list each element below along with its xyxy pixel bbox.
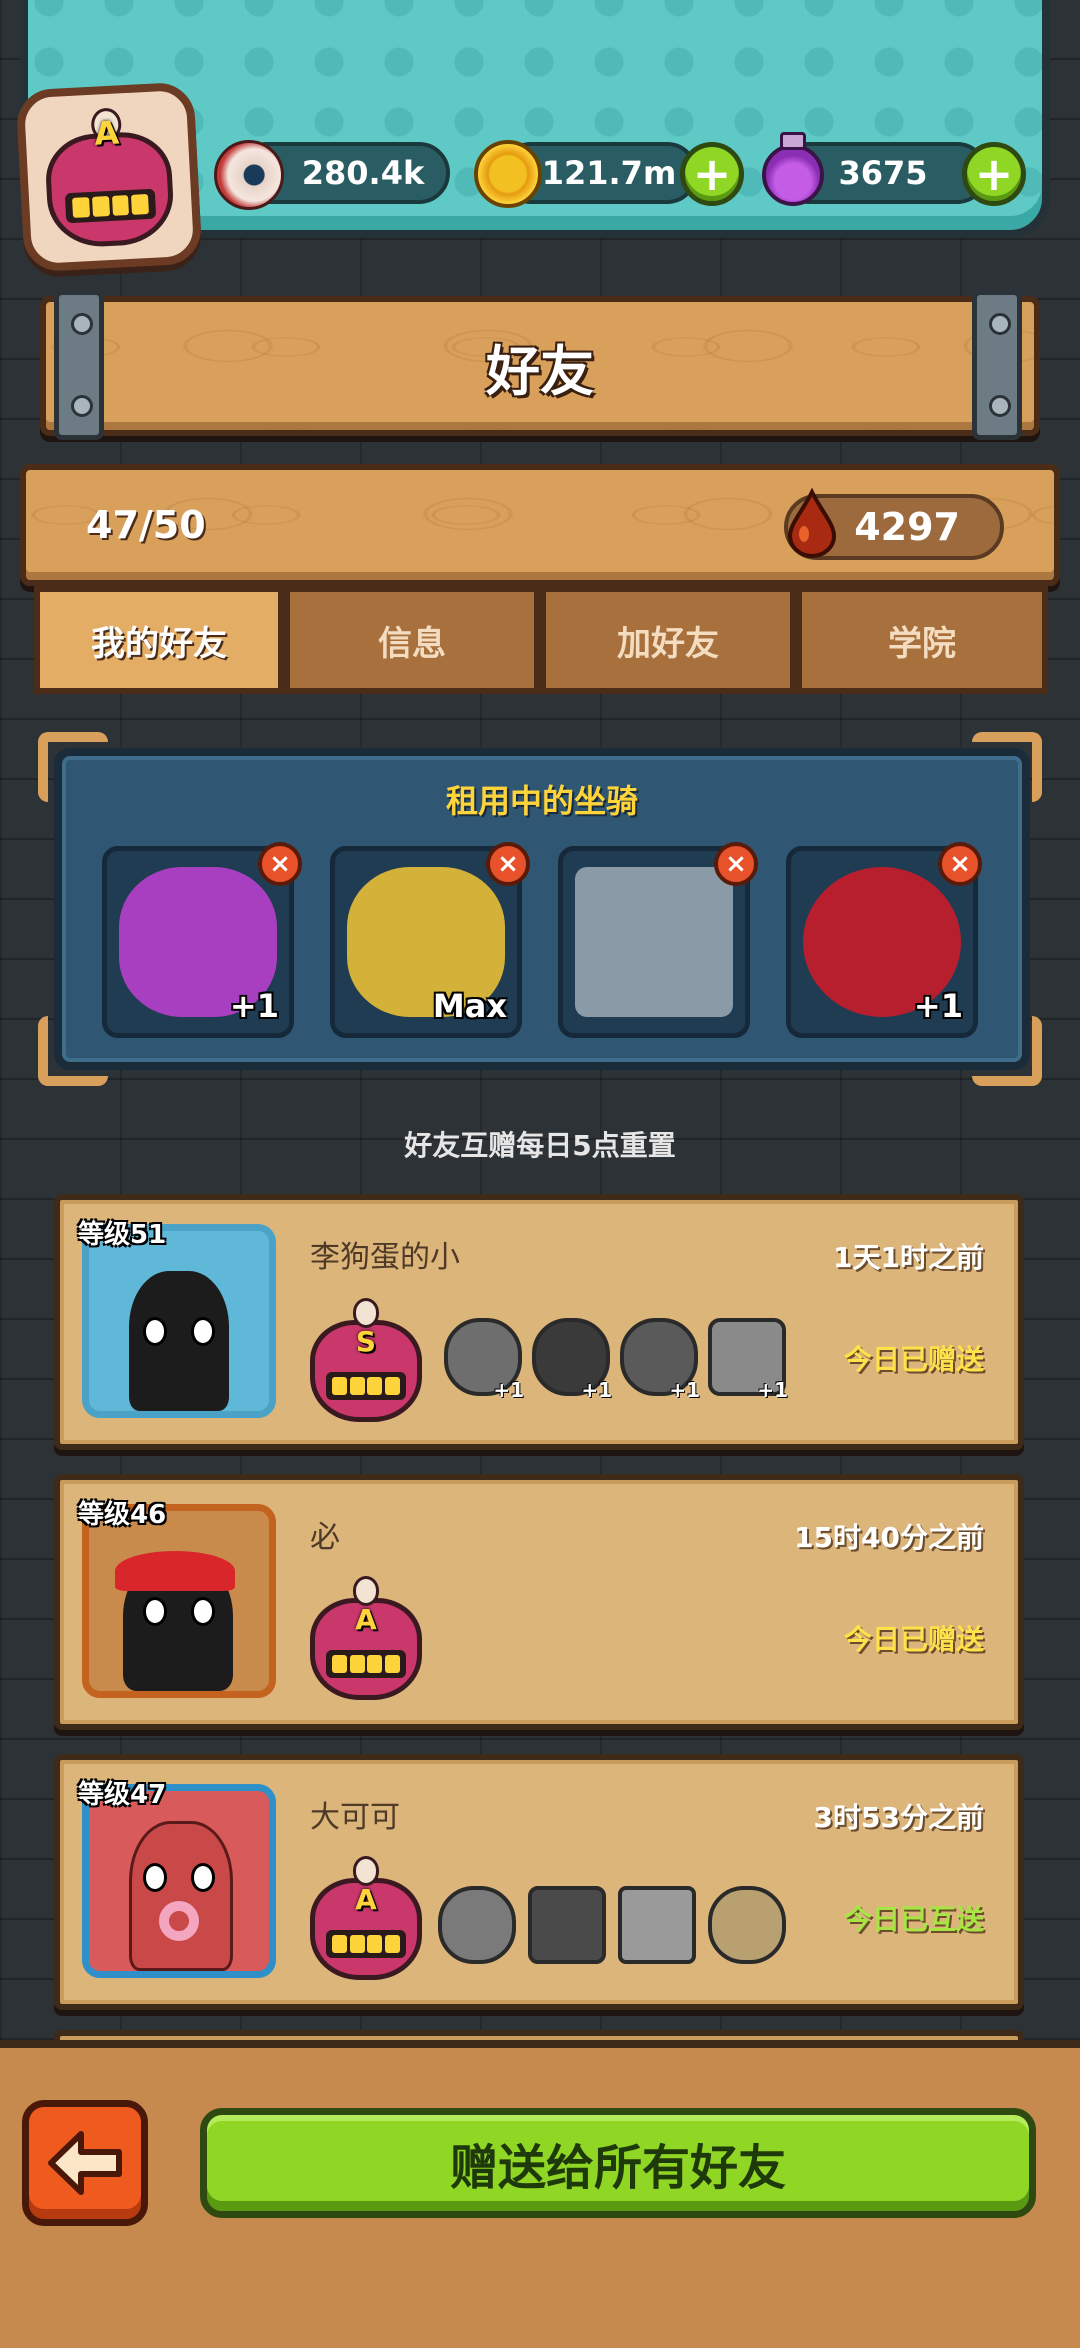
friend-mount-icon: +1 bbox=[620, 1318, 700, 1402]
page-title: 好友 bbox=[486, 339, 594, 403]
gift-status: 今日已赠送 bbox=[843, 1623, 984, 1656]
potion-cork-icon bbox=[780, 132, 806, 150]
friend-count: 47/50 bbox=[86, 503, 206, 547]
remove-mount-button[interactable]: × bbox=[938, 842, 982, 886]
potion-icon bbox=[762, 144, 824, 206]
tab-my-friends[interactable]: 我的好友 bbox=[34, 586, 284, 694]
last-online-time: 3时53分之前 bbox=[813, 1801, 984, 1834]
friend-card[interactable]: 等级47 大可可 3时53分之前 今日已互送 A bbox=[54, 1754, 1024, 2010]
friend-grade-badge-icon: S bbox=[310, 1298, 422, 1422]
tab-add-friend[interactable]: 加好友 bbox=[540, 586, 796, 694]
friend-avatar[interactable] bbox=[82, 1224, 276, 1418]
gift-all-friends-button[interactable]: 赠送给所有好友 bbox=[200, 2108, 1036, 2218]
friend-mount-icon bbox=[438, 1886, 516, 1964]
player-avatar[interactable]: A bbox=[15, 81, 203, 273]
gift-status: 今日已互送 bbox=[843, 1903, 984, 1936]
friend-card[interactable]: 等级51 李狗蛋的小 1天1时之前 今日已赠送 S +1 +1 +1 +1 bbox=[54, 1194, 1024, 1450]
back-button[interactable] bbox=[22, 2100, 148, 2226]
potion-value: 3675 bbox=[838, 154, 928, 192]
stats-plank: 47/50 4297 bbox=[20, 464, 1060, 586]
friend-mount-icon bbox=[618, 1886, 696, 1964]
title-plank: 好友 bbox=[40, 296, 1040, 436]
friend-mount-icon bbox=[528, 1886, 606, 1964]
friend-name: 必 bbox=[310, 1520, 340, 1555]
friend-avatar[interactable] bbox=[82, 1504, 276, 1698]
arrow-left-icon bbox=[48, 2131, 122, 2195]
tab-messages[interactable]: 信息 bbox=[284, 586, 540, 694]
tab-academy[interactable]: 学院 bbox=[796, 586, 1048, 694]
player-grade: A bbox=[93, 112, 121, 153]
remove-mount-button[interactable]: × bbox=[258, 842, 302, 886]
friend-level: 等级46 bbox=[78, 1500, 167, 1530]
friend-name: 李狗蛋的小 bbox=[310, 1240, 460, 1275]
friend-card[interactable]: 等级46 必 15时40分之前 今日已赠送 A bbox=[54, 1474, 1024, 1730]
player-monster-icon: A bbox=[42, 105, 176, 250]
blood-drop-icon bbox=[787, 488, 837, 558]
remove-mount-button[interactable]: × bbox=[486, 842, 530, 886]
friend-mount-icon: +1 bbox=[708, 1318, 788, 1402]
blood-drop-value: 4297 bbox=[854, 505, 960, 549]
eyeball-icon bbox=[214, 140, 284, 210]
panel-corner-icon bbox=[972, 1016, 1042, 1086]
panel-corner-icon bbox=[38, 1016, 108, 1086]
last-online-time: 1天1时之前 bbox=[833, 1241, 984, 1274]
coin-icon bbox=[474, 140, 542, 208]
left-bracket-icon bbox=[54, 290, 104, 440]
add-coins-button[interactable]: + bbox=[680, 142, 744, 206]
friend-mount-icon bbox=[708, 1886, 786, 1964]
rented-mounts-title: 租用中的坐骑 bbox=[445, 782, 638, 820]
remove-mount-button[interactable]: × bbox=[714, 842, 758, 886]
last-online-time: 15时40分之前 bbox=[794, 1521, 984, 1554]
friend-level: 等级51 bbox=[78, 1220, 167, 1250]
friend-mount-icon: +1 bbox=[444, 1318, 524, 1402]
friend-mount-icon: +1 bbox=[532, 1318, 612, 1402]
right-bracket-icon bbox=[972, 290, 1022, 440]
daily-reset-note: 好友互赠每日5点重置 bbox=[404, 1129, 676, 1162]
friend-grade-badge-icon: A bbox=[310, 1576, 422, 1700]
mech-machine-mount-icon bbox=[575, 867, 733, 1017]
eyeball-value: 280.4k bbox=[301, 154, 425, 192]
friend-name: 大可可 bbox=[310, 1800, 400, 1835]
coin-value: 121.7m bbox=[541, 154, 677, 192]
friend-avatar[interactable] bbox=[82, 1784, 276, 1978]
add-potions-button[interactable]: + bbox=[962, 142, 1026, 206]
friend-grade-badge-icon: A bbox=[310, 1856, 422, 1980]
friend-level: 等级47 bbox=[78, 1780, 167, 1810]
gift-status: 今日已赠送 bbox=[843, 1343, 984, 1376]
